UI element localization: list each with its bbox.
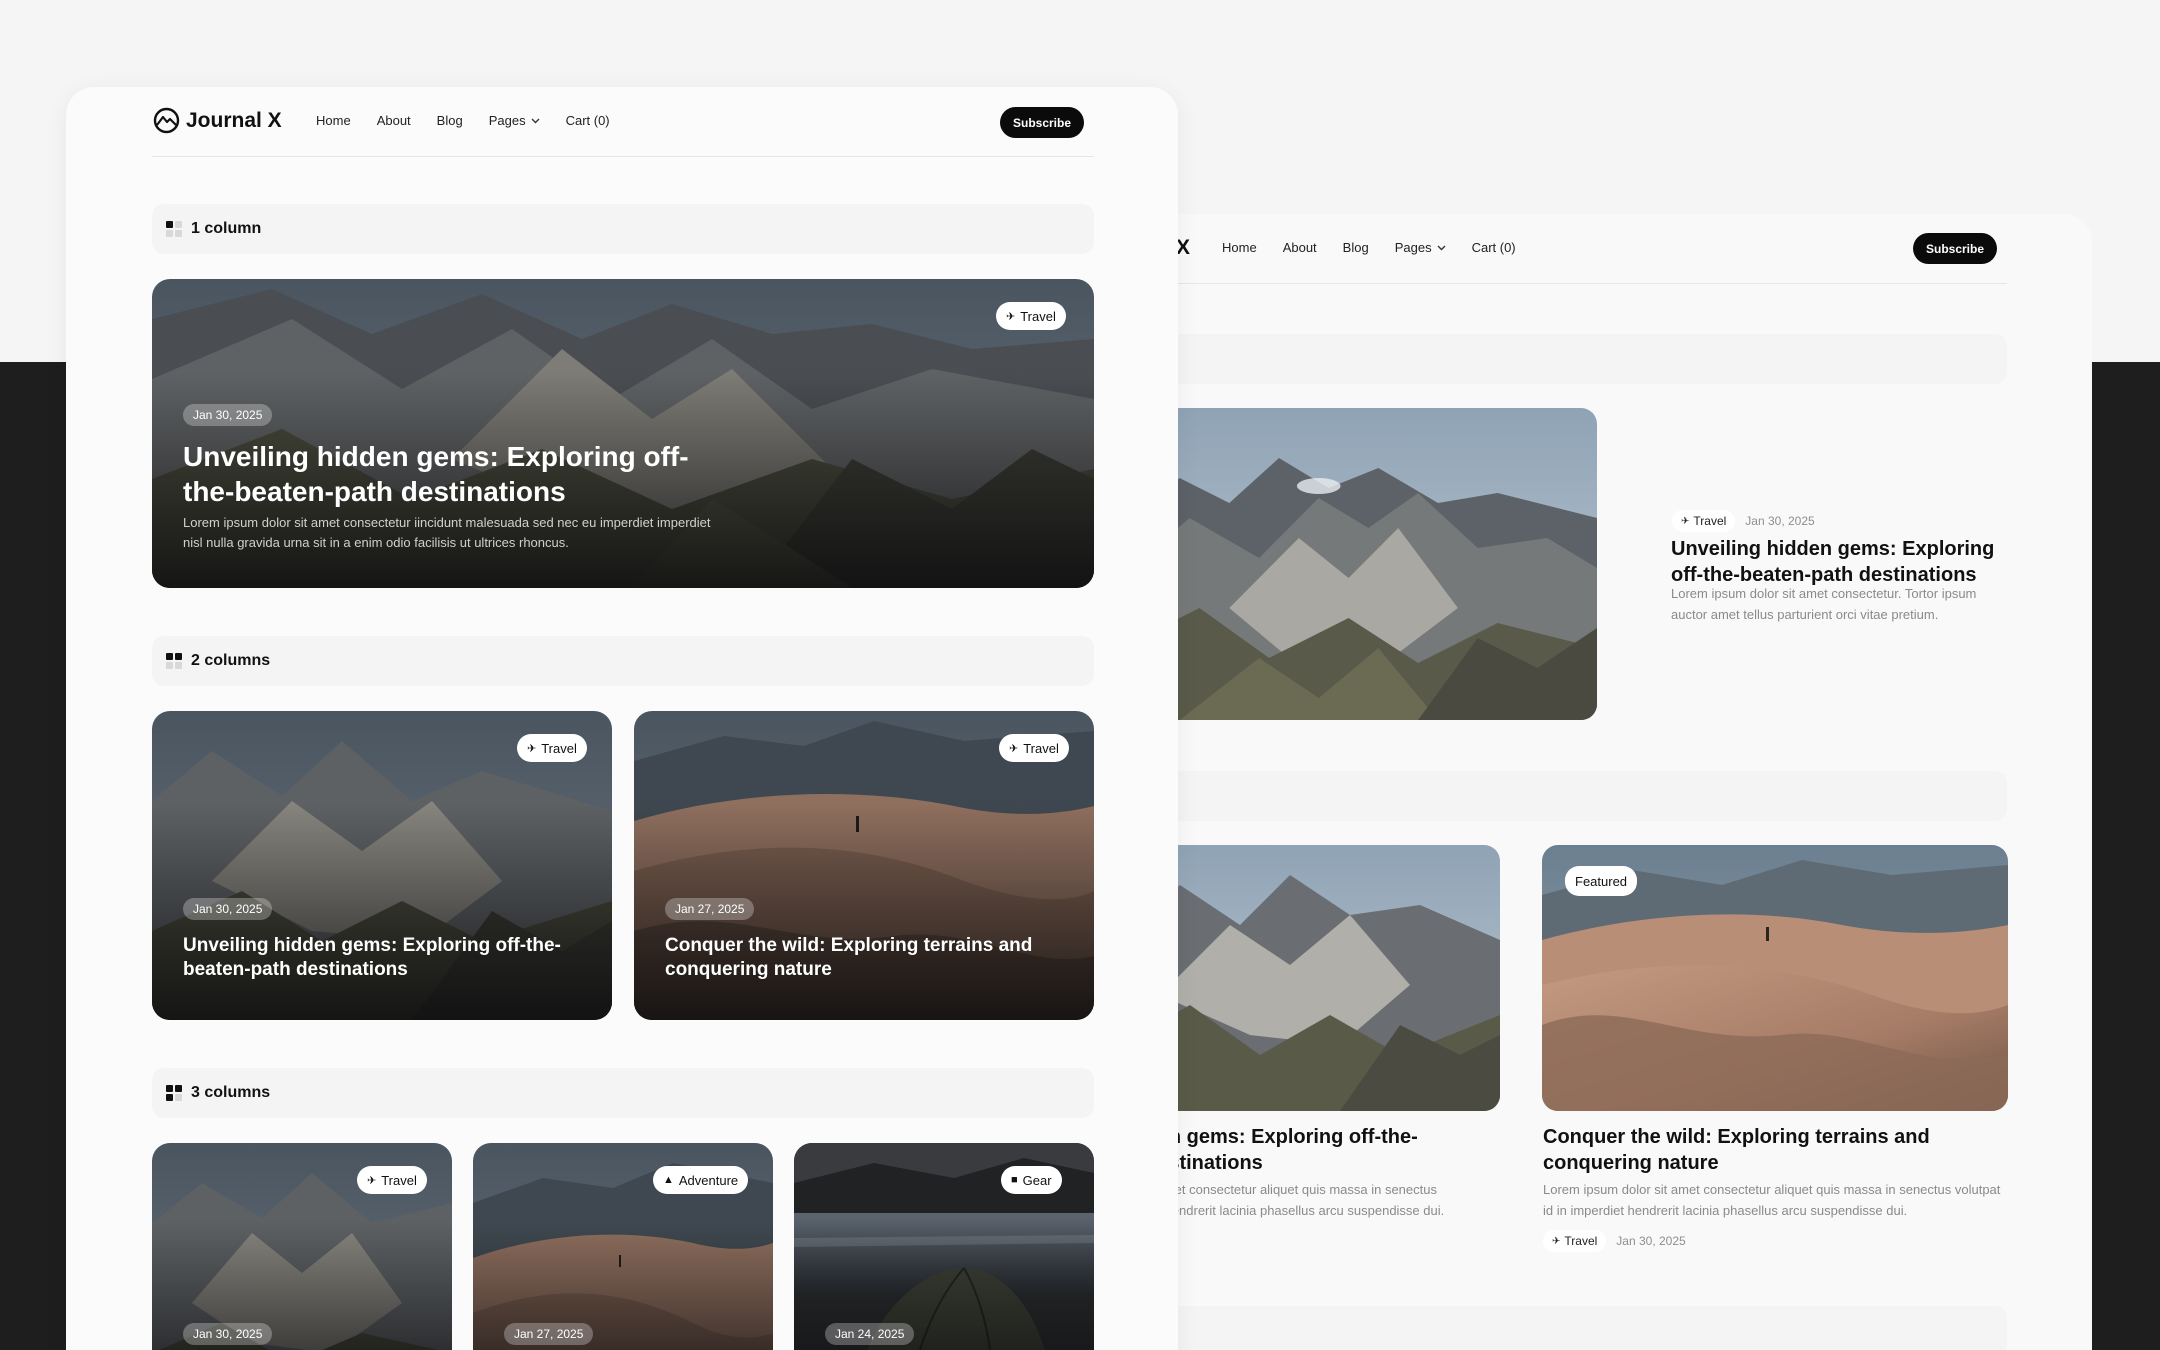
section-bar-right-1 — [1140, 334, 2007, 384]
plane-icon: ✈ — [1006, 310, 1016, 323]
featured-meta: ✈ Travel Jan 30, 2025 — [1672, 510, 1815, 532]
brand-name-fragment: X — [1176, 236, 1191, 259]
nav-pages[interactable]: Pages — [1395, 240, 1446, 255]
post-date-pill: Jan 24, 2025 — [825, 1323, 915, 1345]
grid-meta-2: ✈ Travel Jan 30, 2025 — [1543, 1230, 1686, 1252]
grid-excerpt-1-line2: diet hendrerit lacinia phasellus arcu su… — [1140, 1203, 1445, 1218]
section-bar-right-3 — [1140, 1306, 2007, 1350]
nav-blog[interactable]: Blog — [1343, 240, 1369, 255]
tag-travel[interactable]: ✈ Travel — [357, 1166, 427, 1194]
plane-icon: ✈ — [1681, 515, 1690, 527]
subscribe-button-left[interactable]: Subscribe — [1000, 107, 1085, 138]
tag-travel[interactable]: ✈ Travel — [517, 734, 587, 762]
grid-post-image-1[interactable] — [1140, 845, 1500, 1111]
section-label: 1 column — [191, 220, 262, 237]
main-nav-left: Home About Blog Pages Cart (0) — [316, 113, 636, 128]
plane-icon: ✈ — [367, 1174, 377, 1187]
grid-title-2[interactable]: Conquer the wild: Exploring terrains and… — [1543, 1124, 1973, 1177]
section-bar-2-columns: 2 columns — [152, 636, 1094, 686]
plane-icon: ✈ — [1009, 742, 1019, 755]
post-date: Jan 30, 2025 — [1745, 514, 1815, 528]
nav-cart[interactable]: Cart (0) — [1472, 240, 1516, 255]
chevron-down-icon — [1437, 245, 1446, 250]
section-label: 2 columns — [191, 652, 271, 669]
hero-post-excerpt: Lorem ipsum dolor sit amet consectetur i… — [183, 515, 711, 551]
tag-adventure[interactable]: ▲ Adventure — [653, 1166, 749, 1194]
layout-grid-icon — [166, 1085, 182, 1101]
tag-travel[interactable]: ✈ Travel — [1543, 1230, 1607, 1252]
brand-logo[interactable]: Journal X — [153, 107, 282, 134]
nav-home[interactable]: Home — [316, 113, 351, 128]
featured-post-image[interactable] — [1140, 408, 1597, 720]
post-date-pill: Jan 30, 2025 — [183, 1323, 273, 1345]
mountain-icon: ▲ — [663, 1174, 674, 1186]
brand-name: Journal X — [186, 108, 282, 132]
tag-travel[interactable]: ✈ Travel — [996, 302, 1066, 330]
layout-preview-window-right: X Home About Blog Pages Cart (0) Subscri… — [1140, 214, 2092, 1350]
tag-travel[interactable]: ✈ Travel — [999, 734, 1069, 762]
main-nav-right: Home About Blog Pages Cart (0) — [1222, 240, 1542, 255]
header-divider-left — [152, 156, 1094, 157]
grid-title-1-line2[interactable]: destinations — [1145, 1150, 1505, 1176]
mountain-photo — [1140, 408, 1597, 720]
post-date: Jan 30, 2025 — [1616, 1234, 1686, 1248]
post-date-pill: Jan 30, 2025 — [183, 898, 273, 920]
post-date-pill: Jan 30, 2025 — [183, 404, 273, 426]
hero-post-title[interactable]: Unveiling hidden gems: Exploring off-the… — [183, 439, 713, 509]
nav-cart[interactable]: Cart (0) — [566, 113, 610, 128]
mountain-photo — [1140, 845, 1500, 1111]
featured-excerpt: Lorem ipsum dolor sit amet consectetur. … — [1671, 586, 1977, 622]
featured-badge[interactable]: Featured — [1565, 866, 1638, 896]
tag-label: Travel — [1693, 514, 1727, 528]
two-col-post-title-1[interactable]: Unveiling hidden gems: Exploring off-the… — [183, 934, 583, 982]
post-date-pill: Jan 27, 2025 — [665, 898, 755, 920]
layout-grid-icon — [166, 221, 182, 237]
nav-pages-label: Pages — [1394, 240, 1432, 255]
nav-about[interactable]: About — [377, 113, 411, 128]
grid-excerpt-1-line1: sit amet consectetur aliquet quis massa … — [1140, 1182, 1437, 1197]
nav-about[interactable]: About — [1283, 240, 1317, 255]
layout-preview-window-left: Journal X Home About Blog Pages Cart (0)… — [66, 87, 1178, 1350]
tag-label: Adventure — [678, 1172, 739, 1188]
post-date-pill: Jan 27, 2025 — [504, 1323, 594, 1345]
nav-pages-label: Pages — [488, 113, 526, 128]
mountain-logo-icon — [153, 107, 180, 134]
header-divider-right — [1140, 283, 2007, 284]
two-col-post-title-2[interactable]: Conquer the wild: Exploring terrains and… — [665, 934, 1065, 982]
section-bar-3-columns: 3 columns — [152, 1068, 1094, 1118]
tag-label: Travel — [541, 740, 577, 756]
tag-label: Travel — [1020, 308, 1056, 324]
layout-grid-icon — [166, 653, 182, 669]
tag-label: Travel — [381, 1172, 417, 1188]
plane-icon: ✈ — [527, 742, 537, 755]
nav-home[interactable]: Home — [1222, 240, 1257, 255]
nav-blog[interactable]: Blog — [437, 113, 463, 128]
tag-label: Travel — [1564, 1234, 1598, 1248]
chevron-down-icon — [531, 118, 540, 123]
grid-excerpt-2: Lorem ipsum dolor sit amet consectetur a… — [1543, 1182, 2001, 1218]
nav-pages[interactable]: Pages — [489, 113, 540, 128]
backpack-icon: ■ — [1011, 1174, 1018, 1186]
tag-label: Gear — [1022, 1172, 1052, 1188]
section-label: 3 columns — [191, 1084, 271, 1101]
subscribe-button-right[interactable]: Subscribe — [1913, 233, 1998, 264]
featured-title[interactable]: Unveiling hidden gems: Exploring off-the… — [1671, 536, 2011, 589]
plane-icon: ✈ — [1552, 1235, 1561, 1247]
section-bar-1-column: 1 column — [152, 204, 1094, 254]
tag-gear[interactable]: ■ Gear — [1001, 1166, 1062, 1194]
section-bar-right-2 — [1140, 771, 2007, 821]
tag-label: Travel — [1023, 740, 1059, 756]
tag-travel[interactable]: ✈ Travel — [1672, 510, 1736, 532]
grid-title-1-line1[interactable]: lden gems: Exploring off-the- — [1140, 1124, 1500, 1150]
